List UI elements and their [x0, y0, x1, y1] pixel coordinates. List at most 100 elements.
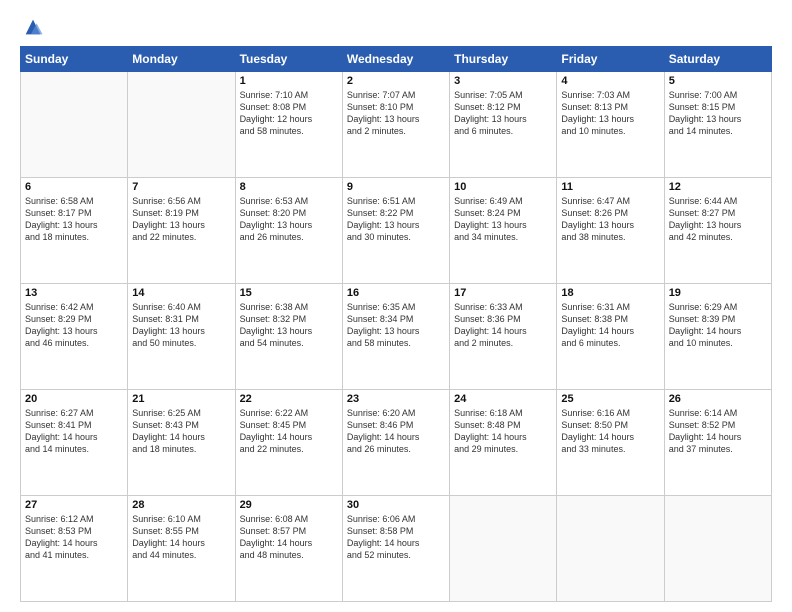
day-number: 20 — [25, 393, 123, 405]
day-number: 14 — [132, 287, 230, 299]
weekday-header-wednesday: Wednesday — [342, 47, 449, 72]
day-info: Sunrise: 6:27 AM Sunset: 8:41 PM Dayligh… — [25, 407, 123, 456]
day-info: Sunrise: 6:18 AM Sunset: 8:48 PM Dayligh… — [454, 407, 552, 456]
calendar-cell: 8 Sunrise: 6:53 AM Sunset: 8:20 PM Daylig… — [235, 178, 342, 284]
day-info: Sunrise: 7:07 AM Sunset: 8:10 PM Dayligh… — [347, 89, 445, 138]
day-info: Sunrise: 6:53 AM Sunset: 8:20 PM Dayligh… — [240, 195, 338, 244]
day-info: Sunrise: 6:38 AM Sunset: 8:32 PM Dayligh… — [240, 301, 338, 350]
calendar-cell — [450, 496, 557, 602]
week-row-5: 27 Sunrise: 6:12 AM Sunset: 8:53 PM Dayli… — [21, 496, 772, 602]
day-number: 30 — [347, 499, 445, 511]
day-number: 28 — [132, 499, 230, 511]
day-number: 26 — [669, 393, 767, 405]
calendar-cell: 1Sunrise: 7:10 AM Sunset: 8:08 PM Daylig… — [235, 72, 342, 178]
weekday-header-sunday: Sunday — [21, 47, 128, 72]
calendar-cell: 12 Sunrise: 6:44 AM Sunset: 8:27 PM Dayli… — [664, 178, 771, 284]
calendar-cell: 29 Sunrise: 6:08 AM Sunset: 8:57 PM Dayli… — [235, 496, 342, 602]
calendar-cell: 21 Sunrise: 6:25 AM Sunset: 8:43 PM Dayli… — [128, 390, 235, 496]
week-row-3: 13 Sunrise: 6:42 AM Sunset: 8:29 PM Dayli… — [21, 284, 772, 390]
calendar-cell: 20 Sunrise: 6:27 AM Sunset: 8:41 PM Dayli… — [21, 390, 128, 496]
logo-icon — [22, 16, 44, 38]
calendar-cell: 2 Sunrise: 7:07 AM Sunset: 8:10 PM Daylig… — [342, 72, 449, 178]
calendar-cell: 15 Sunrise: 6:38 AM Sunset: 8:32 PM Dayli… — [235, 284, 342, 390]
calendar-cell — [128, 72, 235, 178]
header — [20, 16, 772, 38]
calendar-cell: 23 Sunrise: 6:20 AM Sunset: 8:46 PM Dayli… — [342, 390, 449, 496]
weekday-header-monday: Monday — [128, 47, 235, 72]
day-info: Sunrise: 6:14 AM Sunset: 8:52 PM Dayligh… — [669, 407, 767, 456]
day-number: 25 — [561, 393, 659, 405]
day-info: Sunrise: 6:51 AM Sunset: 8:22 PM Dayligh… — [347, 195, 445, 244]
day-info: Sunrise: 7:05 AM Sunset: 8:12 PM Dayligh… — [454, 89, 552, 138]
calendar-cell: 3Sunrise: 7:05 AM Sunset: 8:12 PM Daylig… — [450, 72, 557, 178]
day-number: 18 — [561, 287, 659, 299]
logo — [20, 16, 44, 38]
day-info: Sunrise: 6:40 AM Sunset: 8:31 PM Dayligh… — [132, 301, 230, 350]
calendar-cell: 22 Sunrise: 6:22 AM Sunset: 8:45 PM Dayli… — [235, 390, 342, 496]
calendar-cell: 10Sunrise: 6:49 AM Sunset: 8:24 PM Dayli… — [450, 178, 557, 284]
day-number: 12 — [669, 181, 767, 193]
calendar-cell: 30Sunrise: 6:06 AM Sunset: 8:58 PM Dayli… — [342, 496, 449, 602]
calendar-cell — [21, 72, 128, 178]
weekday-header-thursday: Thursday — [450, 47, 557, 72]
calendar-cell: 24 Sunrise: 6:18 AM Sunset: 8:48 PM Dayli… — [450, 390, 557, 496]
day-info: Sunrise: 6:12 AM Sunset: 8:53 PM Dayligh… — [25, 513, 123, 562]
weekday-header-tuesday: Tuesday — [235, 47, 342, 72]
calendar-cell: 14 Sunrise: 6:40 AM Sunset: 8:31 PM Dayli… — [128, 284, 235, 390]
day-info: Sunrise: 6:22 AM Sunset: 8:45 PM Dayligh… — [240, 407, 338, 456]
day-number: 19 — [669, 287, 767, 299]
day-info: Sunrise: 6:44 AM Sunset: 8:27 PM Dayligh… — [669, 195, 767, 244]
calendar-cell: 19 Sunrise: 6:29 AM Sunset: 8:39 PM Dayli… — [664, 284, 771, 390]
day-info: Sunrise: 6:49 AM Sunset: 8:24 PM Dayligh… — [454, 195, 552, 244]
day-number: 8 — [240, 181, 338, 193]
day-number: 23 — [347, 393, 445, 405]
day-number: 6 — [25, 181, 123, 193]
day-number: 13 — [25, 287, 123, 299]
weekday-header-friday: Friday — [557, 47, 664, 72]
calendar-cell — [664, 496, 771, 602]
calendar-cell: 6 Sunrise: 6:58 AM Sunset: 8:17 PM Daylig… — [21, 178, 128, 284]
day-number: 9 — [347, 181, 445, 193]
calendar-cell: 5Sunrise: 7:00 AM Sunset: 8:15 PM Daylig… — [664, 72, 771, 178]
calendar-cell: 4Sunrise: 7:03 AM Sunset: 8:13 PM Daylig… — [557, 72, 664, 178]
day-number: 21 — [132, 393, 230, 405]
week-row-1: 1Sunrise: 7:10 AM Sunset: 8:08 PM Daylig… — [21, 72, 772, 178]
day-info: Sunrise: 6:56 AM Sunset: 8:19 PM Dayligh… — [132, 195, 230, 244]
day-number: 22 — [240, 393, 338, 405]
day-info: Sunrise: 6:31 AM Sunset: 8:38 PM Dayligh… — [561, 301, 659, 350]
day-info: Sunrise: 6:20 AM Sunset: 8:46 PM Dayligh… — [347, 407, 445, 456]
day-info: Sunrise: 6:08 AM Sunset: 8:57 PM Dayligh… — [240, 513, 338, 562]
day-info: Sunrise: 6:25 AM Sunset: 8:43 PM Dayligh… — [132, 407, 230, 456]
day-info: Sunrise: 6:29 AM Sunset: 8:39 PM Dayligh… — [669, 301, 767, 350]
calendar-cell: 13 Sunrise: 6:42 AM Sunset: 8:29 PM Dayli… — [21, 284, 128, 390]
calendar-cell: 9 Sunrise: 6:51 AM Sunset: 8:22 PM Daylig… — [342, 178, 449, 284]
day-number: 7 — [132, 181, 230, 193]
calendar-cell: 16Sunrise: 6:35 AM Sunset: 8:34 PM Dayli… — [342, 284, 449, 390]
day-number: 4 — [561, 75, 659, 87]
day-info: Sunrise: 6:47 AM Sunset: 8:26 PM Dayligh… — [561, 195, 659, 244]
calendar-cell: 18 Sunrise: 6:31 AM Sunset: 8:38 PM Dayli… — [557, 284, 664, 390]
day-info: Sunrise: 6:10 AM Sunset: 8:55 PM Dayligh… — [132, 513, 230, 562]
calendar-cell: 17Sunrise: 6:33 AM Sunset: 8:36 PM Dayli… — [450, 284, 557, 390]
day-info: Sunrise: 6:35 AM Sunset: 8:34 PM Dayligh… — [347, 301, 445, 350]
calendar-cell: 28 Sunrise: 6:10 AM Sunset: 8:55 PM Dayli… — [128, 496, 235, 602]
day-info: Sunrise: 6:42 AM Sunset: 8:29 PM Dayligh… — [25, 301, 123, 350]
week-row-4: 20 Sunrise: 6:27 AM Sunset: 8:41 PM Dayli… — [21, 390, 772, 496]
day-info: Sunrise: 6:16 AM Sunset: 8:50 PM Dayligh… — [561, 407, 659, 456]
day-number: 1 — [240, 75, 338, 87]
day-number: 24 — [454, 393, 552, 405]
day-number: 15 — [240, 287, 338, 299]
day-info: Sunrise: 7:00 AM Sunset: 8:15 PM Dayligh… — [669, 89, 767, 138]
calendar-cell: 25 Sunrise: 6:16 AM Sunset: 8:50 PM Dayli… — [557, 390, 664, 496]
page: SundayMondayTuesdayWednesdayThursdayFrid… — [0, 0, 792, 612]
day-number: 2 — [347, 75, 445, 87]
weekday-header-saturday: Saturday — [664, 47, 771, 72]
day-number: 27 — [25, 499, 123, 511]
calendar-cell: 7 Sunrise: 6:56 AM Sunset: 8:19 PM Daylig… — [128, 178, 235, 284]
calendar-table: SundayMondayTuesdayWednesdayThursdayFrid… — [20, 46, 772, 602]
day-number: 29 — [240, 499, 338, 511]
calendar-cell — [557, 496, 664, 602]
day-info: Sunrise: 6:58 AM Sunset: 8:17 PM Dayligh… — [25, 195, 123, 244]
day-number: 11 — [561, 181, 659, 193]
day-number: 17 — [454, 287, 552, 299]
